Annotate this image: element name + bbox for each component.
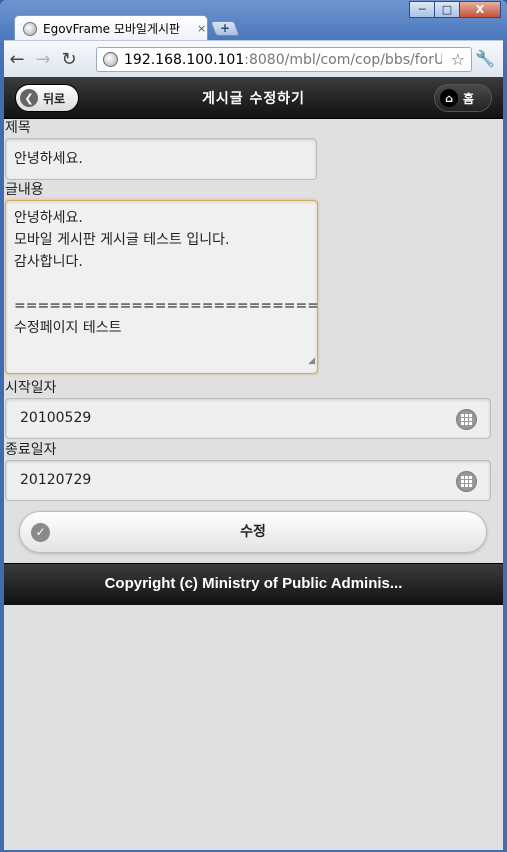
back-arrow-icon[interactable]: ← <box>4 49 30 70</box>
title-input[interactable]: 안녕하세요. <box>5 138 317 180</box>
chevron-left-icon: ❮ <box>20 89 38 107</box>
footer-copyright: Copyright (c) Ministry of Public Adminis… <box>104 575 403 592</box>
start-date-input[interactable]: 20100529 <box>5 398 491 439</box>
home-icon: ⌂ <box>440 89 458 107</box>
home-button[interactable]: ⌂ 홈 <box>434 84 492 112</box>
calendar-grid-icon[interactable] <box>456 409 477 430</box>
wrench-icon[interactable]: 🔧 <box>475 49 495 68</box>
star-icon[interactable]: ☆ <box>451 50 465 69</box>
content-label: 글내용 <box>5 182 44 198</box>
browser-toolbar: ← → ↻ 192.168.100.101:8080/mbl/com/cop/b… <box>4 40 503 77</box>
back-button[interactable]: ❮ 뒤로 <box>15 84 79 112</box>
tab-title: EgovFrame 모바일게시판 <box>43 22 181 36</box>
close-window-button[interactable]: X <box>459 1 501 18</box>
start-date-value: 20100529 <box>20 410 92 426</box>
title-label: 제목 <box>5 120 31 136</box>
submit-edit-button[interactable]: ✓ 수정 <box>19 511 487 553</box>
url-text: 192.168.100.101:8080/mbl/com/cop/bbs/for… <box>124 52 442 68</box>
page-viewport: ❮ 뒤로 게시글 수정하기 ⌂ 홈 제목 안녕하세요. 글내용 안녕하세요. 모… <box>4 77 503 850</box>
new-tab-button[interactable]: + <box>210 21 240 36</box>
page-header: ❮ 뒤로 게시글 수정하기 ⌂ 홈 <box>4 77 503 119</box>
address-bar[interactable]: 192.168.100.101:8080/mbl/com/cop/bbs/for… <box>96 47 472 72</box>
browser-tab[interactable]: EgovFrame 모바일게시판 × <box>14 15 208 41</box>
window-controls: ─ □ X <box>409 1 501 18</box>
content-textarea[interactable]: 안녕하세요. 모바일 게시판 게시글 테스트 입니다. 감사합니다. =====… <box>5 200 318 374</box>
resize-handle-icon[interactable]: ◢ <box>308 350 315 372</box>
content-text: 안녕하세요. 모바일 게시판 게시글 테스트 입니다. 감사합니다. =====… <box>14 210 318 336</box>
url-host: 192.168.100.101 <box>124 51 245 68</box>
start-date-label: 시작일자 <box>5 380 57 396</box>
page-title: 게시글 수정하기 <box>201 90 306 107</box>
check-icon: ✓ <box>31 523 50 542</box>
tab-close-icon[interactable]: × <box>197 22 206 35</box>
browser-window: ─ □ X EgovFrame 모바일게시판 × + ← → ↻ 192.168… <box>0 0 507 852</box>
forward-arrow-icon[interactable]: → <box>30 49 56 70</box>
page-globe-icon <box>103 52 118 67</box>
home-button-label: 홈 <box>463 91 475 106</box>
submit-button-label: 수정 <box>240 524 266 540</box>
globe-icon <box>23 21 37 36</box>
end-date-value: 20120729 <box>20 472 92 488</box>
end-date-label: 종료일자 <box>5 442 57 458</box>
calendar-grid-icon[interactable] <box>456 471 477 492</box>
reload-icon[interactable]: ↻ <box>56 49 82 70</box>
plus-icon: + <box>219 21 231 35</box>
minimize-button[interactable]: ─ <box>409 1 435 18</box>
url-path: :8080/mbl/com/cop/bbs/forUpd <box>244 51 442 68</box>
page-footer: Copyright (c) Ministry of Public Adminis… <box>4 563 503 605</box>
back-button-label: 뒤로 <box>43 91 66 106</box>
end-date-input[interactable]: 20120729 <box>5 460 491 501</box>
maximize-button[interactable]: □ <box>434 1 460 18</box>
